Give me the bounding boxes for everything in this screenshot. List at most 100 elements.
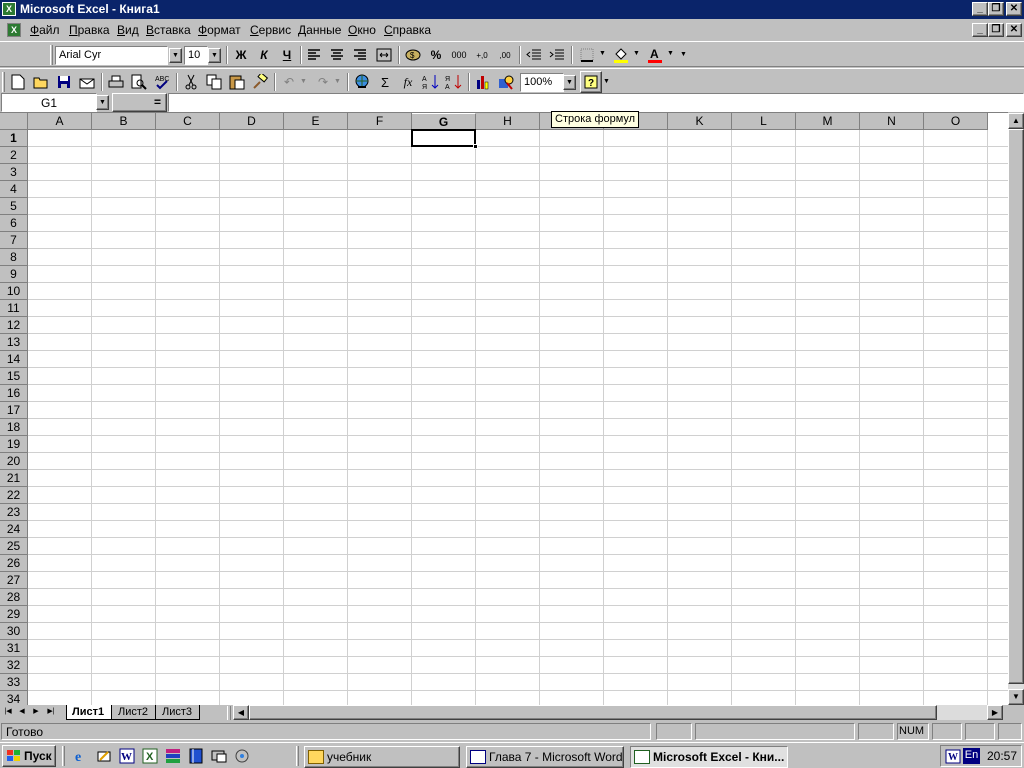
scroll-right-button[interactable]: ▶: [987, 705, 1003, 720]
column-header-g[interactable]: G: [412, 113, 476, 130]
borders-dropdown-icon[interactable]: ▼: [599, 50, 606, 57]
spelling-button[interactable]: ABC: [151, 71, 173, 93]
menu-7[interactable]: Окно: [348, 23, 376, 37]
outlook-quicklaunch-button[interactable]: [93, 745, 115, 767]
scroll-left-button[interactable]: ◀: [233, 705, 249, 720]
more-buttons-icon[interactable]: ▼: [680, 51, 687, 58]
more-buttons-icon[interactable]: ▼: [603, 78, 610, 85]
save-button[interactable]: [53, 71, 75, 93]
toolbar-grip[interactable]: [50, 45, 53, 65]
channels-quicklaunch-button[interactable]: [231, 745, 253, 767]
undo-button[interactable]: ↶: [278, 71, 300, 93]
column-header-m[interactable]: M: [796, 113, 860, 130]
italic-button[interactable]: К: [253, 44, 275, 66]
column-header-n[interactable]: N: [860, 113, 924, 130]
new-button[interactable]: [7, 71, 29, 93]
taskbar-button-1[interactable]: учебник: [304, 746, 460, 768]
tab-split-handle[interactable]: [227, 706, 231, 720]
comma-style-button[interactable]: 000: [448, 44, 470, 66]
last-sheet-button[interactable]: ▶|: [44, 705, 58, 720]
close-button[interactable]: ✕: [1006, 2, 1022, 16]
column-header-h[interactable]: H: [476, 113, 540, 130]
quicklaunch-grip[interactable]: [62, 746, 65, 766]
column-header-e[interactable]: E: [284, 113, 348, 130]
column-header-o[interactable]: O: [924, 113, 988, 130]
row-header-23[interactable]: 23: [0, 504, 28, 521]
paste-button[interactable]: [226, 71, 248, 93]
formula-input[interactable]: [168, 93, 1024, 112]
toolbar-grip[interactable]: [2, 72, 5, 92]
menu-5[interactable]: Сервис: [250, 23, 291, 37]
name-box[interactable]: G1: [1, 93, 97, 112]
language-indicator[interactable]: En: [963, 748, 980, 764]
column-header-l[interactable]: L: [732, 113, 796, 130]
row-header-31[interactable]: 31: [0, 640, 28, 657]
open-button[interactable]: [30, 71, 52, 93]
vertical-scroll-thumb[interactable]: [1008, 129, 1024, 684]
doc-minimize-button[interactable]: _: [972, 23, 988, 37]
sheet-tab-3[interactable]: Лист3: [156, 705, 200, 720]
underline-button[interactable]: Ч: [276, 44, 298, 66]
menu-2[interactable]: Вид: [117, 23, 139, 37]
decrease-decimal-button[interactable]: ,00: [494, 44, 516, 66]
font-color-button[interactable]: A: [644, 44, 666, 66]
row-header-24[interactable]: 24: [0, 521, 28, 538]
zoom-dropdown[interactable]: ▼: [563, 75, 576, 90]
sort-ascending-button[interactable]: AЯ: [420, 71, 442, 93]
sheet-tab-2[interactable]: Лист2: [112, 705, 156, 720]
row-header-27[interactable]: 27: [0, 572, 28, 589]
cut-button[interactable]: [180, 71, 202, 93]
sort-descending-button[interactable]: ЯA: [443, 71, 465, 93]
doc-close-button[interactable]: ✕: [1006, 23, 1022, 37]
taskbar-button-2[interactable]: Глава 7 - Microsoft Word: [466, 746, 624, 768]
row-header-34[interactable]: 34: [0, 691, 28, 705]
office-assistant-button[interactable]: ?: [580, 71, 602, 93]
column-header-c[interactable]: C: [156, 113, 220, 130]
binder-quicklaunch-button[interactable]: [185, 745, 207, 767]
first-sheet-button[interactable]: |◀: [2, 705, 14, 720]
scroll-down-button[interactable]: ▼: [1008, 689, 1024, 705]
workbook-icon[interactable]: X: [7, 23, 21, 37]
access-quicklaunch-button[interactable]: [162, 745, 184, 767]
row-header-1[interactable]: 1: [0, 130, 28, 147]
paste-function-button[interactable]: fx: [397, 71, 419, 93]
format-painter-button[interactable]: [249, 71, 271, 93]
select-all-button[interactable]: [0, 113, 28, 130]
percent-button[interactable]: %: [425, 44, 447, 66]
doc-restore-button[interactable]: ❐: [988, 23, 1004, 37]
redo-dropdown-icon[interactable]: ▼: [334, 78, 341, 85]
fill-color-dropdown-icon[interactable]: ▼: [633, 50, 640, 57]
row-header-28[interactable]: 28: [0, 589, 28, 606]
scroll-up-button[interactable]: ▲: [1008, 113, 1024, 129]
zoom-combo[interactable]: 100%: [520, 73, 564, 92]
email-button[interactable]: [76, 71, 98, 93]
increase-indent-button[interactable]: [546, 44, 568, 66]
menu-1[interactable]: Правка: [69, 23, 110, 37]
undo-dropdown-icon[interactable]: ▼: [300, 78, 307, 85]
column-header-f[interactable]: F: [348, 113, 412, 130]
taskbar-button-3[interactable]: Microsoft Excel - Кни...: [630, 746, 788, 768]
row-header-25[interactable]: 25: [0, 538, 28, 555]
currency-button[interactable]: $: [402, 44, 424, 66]
print-preview-button[interactable]: [128, 71, 150, 93]
keyboard-layout-icon[interactable]: W: [945, 749, 961, 764]
font-color-dropdown-icon[interactable]: ▼: [667, 50, 674, 57]
row-header-11[interactable]: 11: [0, 300, 28, 317]
font-size-combo[interactable]: 10: [184, 46, 208, 65]
column-header-a[interactable]: A: [28, 113, 92, 130]
row-header-15[interactable]: 15: [0, 368, 28, 385]
desktop-quicklaunch-button[interactable]: [208, 745, 230, 767]
horizontal-scroll-thumb[interactable]: [249, 705, 937, 720]
bold-button[interactable]: Ж: [230, 44, 252, 66]
title-bar[interactable]: X Microsoft Excel - Книга1 _ ❐ ✕: [0, 0, 1024, 19]
edit-formula-button[interactable]: =: [154, 95, 161, 109]
menu-4[interactable]: Формат: [198, 23, 241, 37]
row-header-32[interactable]: 32: [0, 657, 28, 674]
restore-button[interactable]: ❐: [988, 2, 1004, 16]
row-header-26[interactable]: 26: [0, 555, 28, 572]
row-header-7[interactable]: 7: [0, 232, 28, 249]
menu-6[interactable]: Данные: [298, 23, 341, 37]
row-header-16[interactable]: 16: [0, 385, 28, 402]
word-quicklaunch-button[interactable]: W: [116, 745, 138, 767]
menu-3[interactable]: Вставка: [146, 23, 191, 37]
